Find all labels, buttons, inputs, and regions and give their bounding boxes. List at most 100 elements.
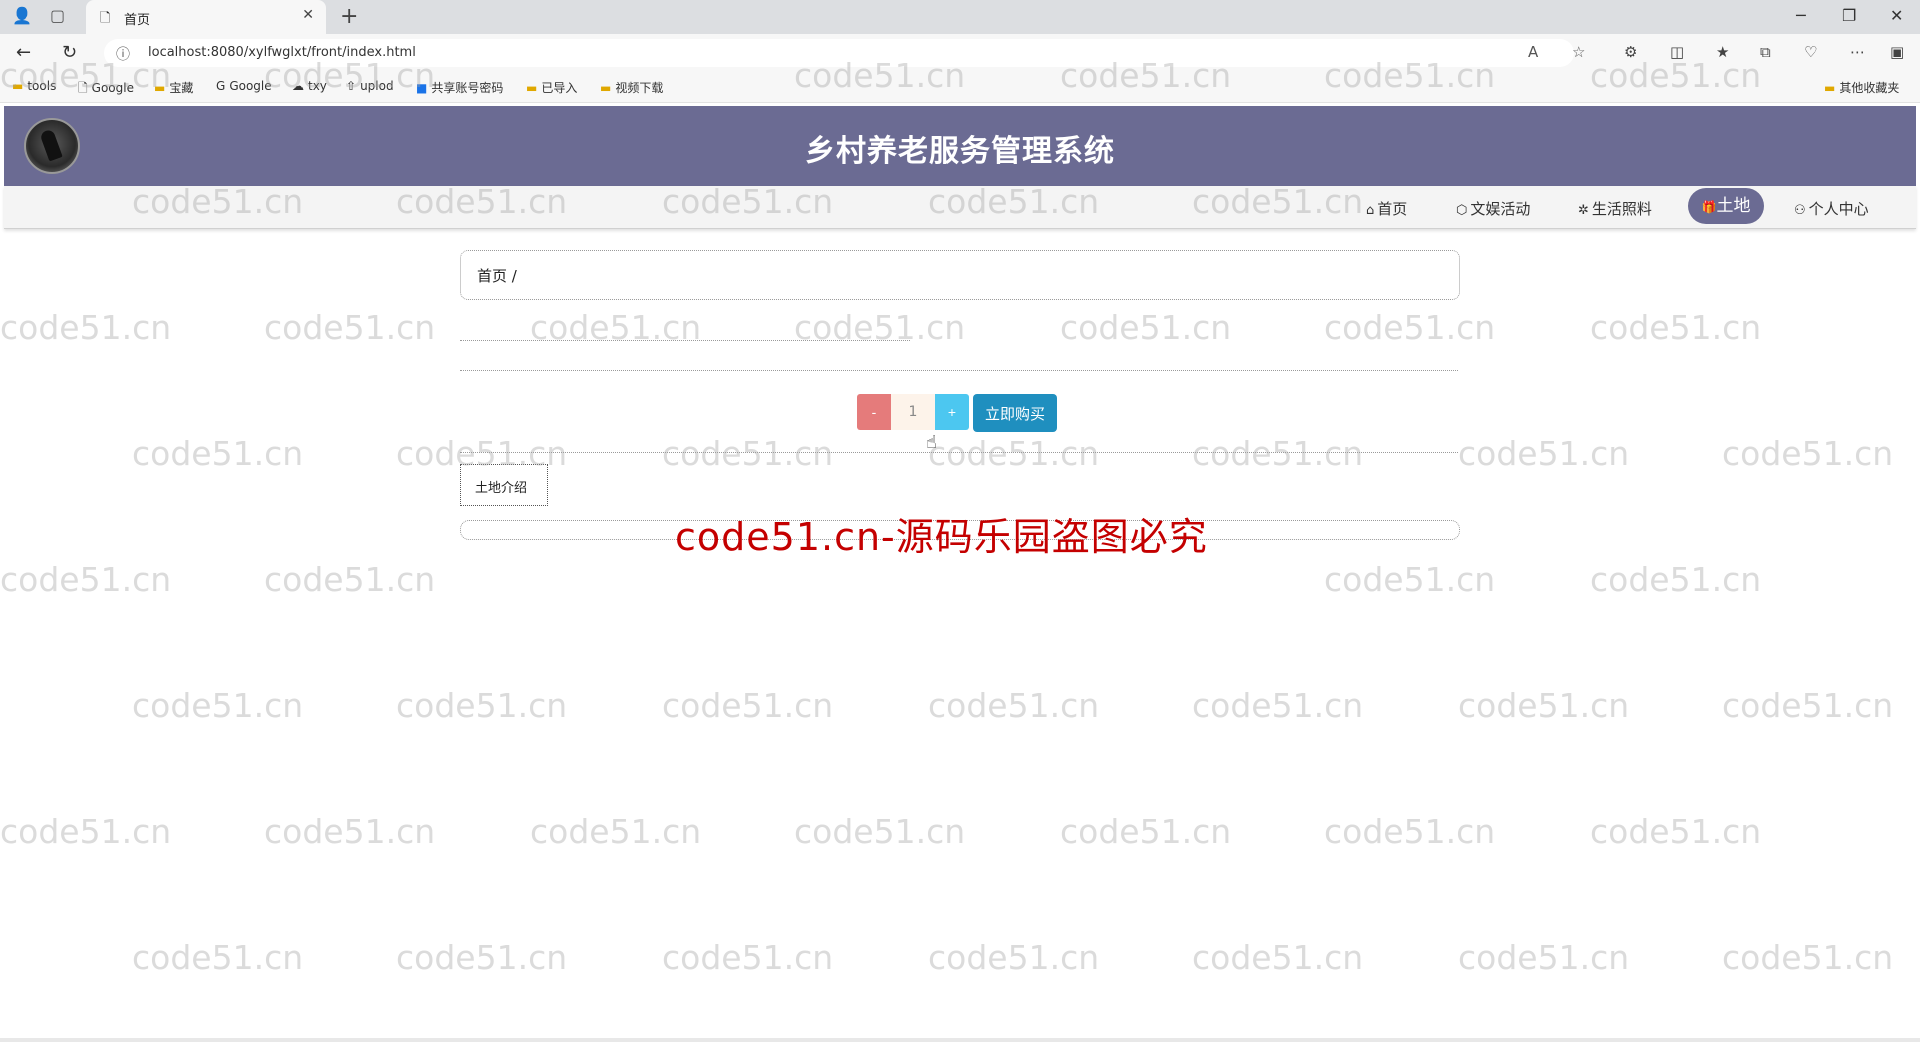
- folder-icon: ▬: [526, 81, 538, 95]
- bookmark-baozang[interactable]: ▬ 宝藏: [154, 79, 193, 96]
- watermark: code51.cn: [1590, 560, 1762, 599]
- site-title: 乡村养老服务管理系统: [805, 134, 1115, 169]
- close-window-icon[interactable]: ✕: [1890, 6, 1903, 25]
- decrease-button[interactable]: -: [857, 394, 891, 430]
- bookmark-shared-accounts[interactable]: ■ 共享账号密码: [416, 79, 503, 96]
- app-icon: ■: [416, 81, 428, 95]
- watermark: code51.cn: [1590, 812, 1762, 851]
- site-header: 乡村养老服务管理系统: [4, 106, 1916, 186]
- profile-icon[interactable]: 👤: [12, 6, 32, 25]
- refresh-icon[interactable]: ↻: [62, 42, 77, 63]
- url-text[interactable]: localhost:8080/xylfwglxt/front/index.htm…: [148, 45, 416, 60]
- restore-icon[interactable]: ❐: [1842, 6, 1856, 25]
- watermark: code51.cn: [530, 308, 702, 347]
- watermark: code51.cn: [1722, 686, 1894, 725]
- favorite-star-icon[interactable]: ☆: [1572, 43, 1585, 61]
- folder-icon: ▬: [12, 79, 24, 93]
- bookmark-imported[interactable]: ▬ 已导入: [526, 79, 577, 96]
- watermark: code51.cn: [662, 938, 834, 977]
- watermark-banner: code51.cn-源码乐园盗图必究: [675, 515, 1208, 559]
- split-screen-icon[interactable]: ◫: [1670, 43, 1684, 61]
- google-icon: G: [216, 79, 226, 93]
- watermark: code51.cn: [1324, 560, 1496, 599]
- tab-title: 首页: [124, 13, 151, 28]
- tab-actions-icon[interactable]: ▢: [50, 6, 65, 25]
- nav-item-entertainment[interactable]: ⬡ 文娱活动: [1456, 198, 1530, 219]
- divider: [460, 452, 1458, 453]
- watermark: code51.cn: [264, 308, 436, 347]
- cloud-icon: ☁: [292, 79, 304, 93]
- watermark: code51.cn: [1722, 434, 1894, 473]
- nav-item-home[interactable]: ⌂ 首页: [1366, 198, 1407, 219]
- box-icon: ⬡: [1456, 203, 1468, 218]
- watermark: code51.cn: [1060, 308, 1232, 347]
- breadcrumb-text[interactable]: 首页 /: [477, 265, 517, 286]
- folder-icon: ▬: [600, 81, 612, 95]
- watermark: code51.cn: [0, 308, 172, 347]
- bookmark-video-download[interactable]: ▬ 视频下载: [600, 79, 663, 96]
- bookmark-txy[interactable]: ☁ txy: [292, 79, 327, 93]
- browser-tab-strip: 👤 ▢ 🗋 首页 ✕ + ─ ❐ ✕: [0, 0, 1920, 34]
- bookmark-uplod[interactable]: ⇧ uplod: [346, 79, 394, 93]
- bookmark-google-2[interactable]: G Google: [216, 79, 272, 93]
- sidebar-icon[interactable]: ▣: [1890, 43, 1904, 61]
- nav-item-land[interactable]: 🎁土地: [1688, 188, 1764, 224]
- close-tab-icon[interactable]: ✕: [302, 7, 314, 23]
- watermark: code51.cn: [1458, 938, 1630, 977]
- watermark: code51.cn: [1590, 308, 1762, 347]
- bookmark-google[interactable]: 🗋 Google: [78, 79, 134, 100]
- hand-cursor-icon: ☝: [926, 432, 937, 453]
- watermark: code51.cn: [264, 812, 436, 851]
- page-icon: 🗋: [78, 81, 88, 95]
- increase-button[interactable]: +: [935, 394, 969, 430]
- bottom-strip: [0, 1038, 1920, 1042]
- collections-icon[interactable]: ⧉: [1760, 43, 1771, 61]
- info-icon[interactable]: ⓘ: [116, 44, 130, 64]
- watermark: code51.cn: [264, 560, 436, 599]
- watermark: code51.cn: [928, 938, 1100, 977]
- address-bar[interactable]: ⓘ localhost:8080/xylfwglxt/front/index.h…: [104, 39, 1585, 67]
- folder-icon: ▬: [1824, 81, 1836, 95]
- nav-item-life-care[interactable]: ✲ 生活照料: [1578, 198, 1652, 219]
- back-icon[interactable]: ←: [16, 42, 31, 63]
- watermark: code51.cn: [1060, 812, 1232, 851]
- extensions-icon[interactable]: ⚙: [1624, 43, 1637, 61]
- folder-icon: ▬: [154, 81, 166, 95]
- watermark: code51.cn: [928, 686, 1100, 725]
- watermark: code51.cn: [794, 812, 966, 851]
- watermark: code51.cn: [396, 686, 568, 725]
- page-icon: 🗋: [100, 11, 111, 26]
- browser-essentials-icon[interactable]: ♡: [1804, 43, 1817, 61]
- minimize-icon[interactable]: ─: [1796, 6, 1806, 25]
- watermark: code51.cn: [530, 812, 702, 851]
- divider: [460, 370, 1458, 371]
- other-bookmarks[interactable]: ▬ 其他收藏夹: [1824, 79, 1899, 96]
- watermark: code51.cn: [662, 686, 834, 725]
- read-aloud-icon[interactable]: A: [1528, 43, 1538, 61]
- watermark: code51.cn: [132, 938, 304, 977]
- watermark: code51.cn: [1192, 938, 1364, 977]
- favorites-icon[interactable]: ★: [1716, 43, 1729, 61]
- watermark: code51.cn: [1458, 686, 1630, 725]
- watermark: code51.cn: [396, 938, 568, 977]
- gear-icon: ✲: [1578, 203, 1589, 218]
- watermark: code51.cn: [1324, 812, 1496, 851]
- more-icon[interactable]: ⋯: [1850, 43, 1865, 61]
- watermark: code51.cn: [662, 434, 834, 473]
- watermark: code51.cn: [0, 812, 172, 851]
- buy-now-button[interactable]: 立即购买: [973, 394, 1057, 432]
- home-icon: ⌂: [1366, 203, 1375, 218]
- watermark: code51.cn: [1458, 434, 1630, 473]
- watermark: code51.cn: [132, 434, 304, 473]
- bookmark-tools[interactable]: ▬ tools: [12, 79, 56, 93]
- watermark: code51.cn: [1192, 434, 1364, 473]
- divider: [460, 340, 910, 341]
- browser-tab[interactable]: 🗋 首页 ✕: [86, 0, 326, 34]
- watermark: code51.cn: [794, 308, 966, 347]
- new-tab-button[interactable]: +: [340, 4, 358, 29]
- nav-item-personal-center[interactable]: ⚇ 个人中心: [1794, 198, 1869, 219]
- tab-land-intro[interactable]: 土地介绍: [460, 464, 548, 506]
- quantity-input[interactable]: 1: [891, 394, 935, 430]
- main-nav: ⌂ 首页 ⬡ 文娱活动 ✲ 生活照料 🎁土地 ⚇ 个人中心: [4, 186, 1916, 229]
- breadcrumb: 首页 /: [460, 250, 1460, 300]
